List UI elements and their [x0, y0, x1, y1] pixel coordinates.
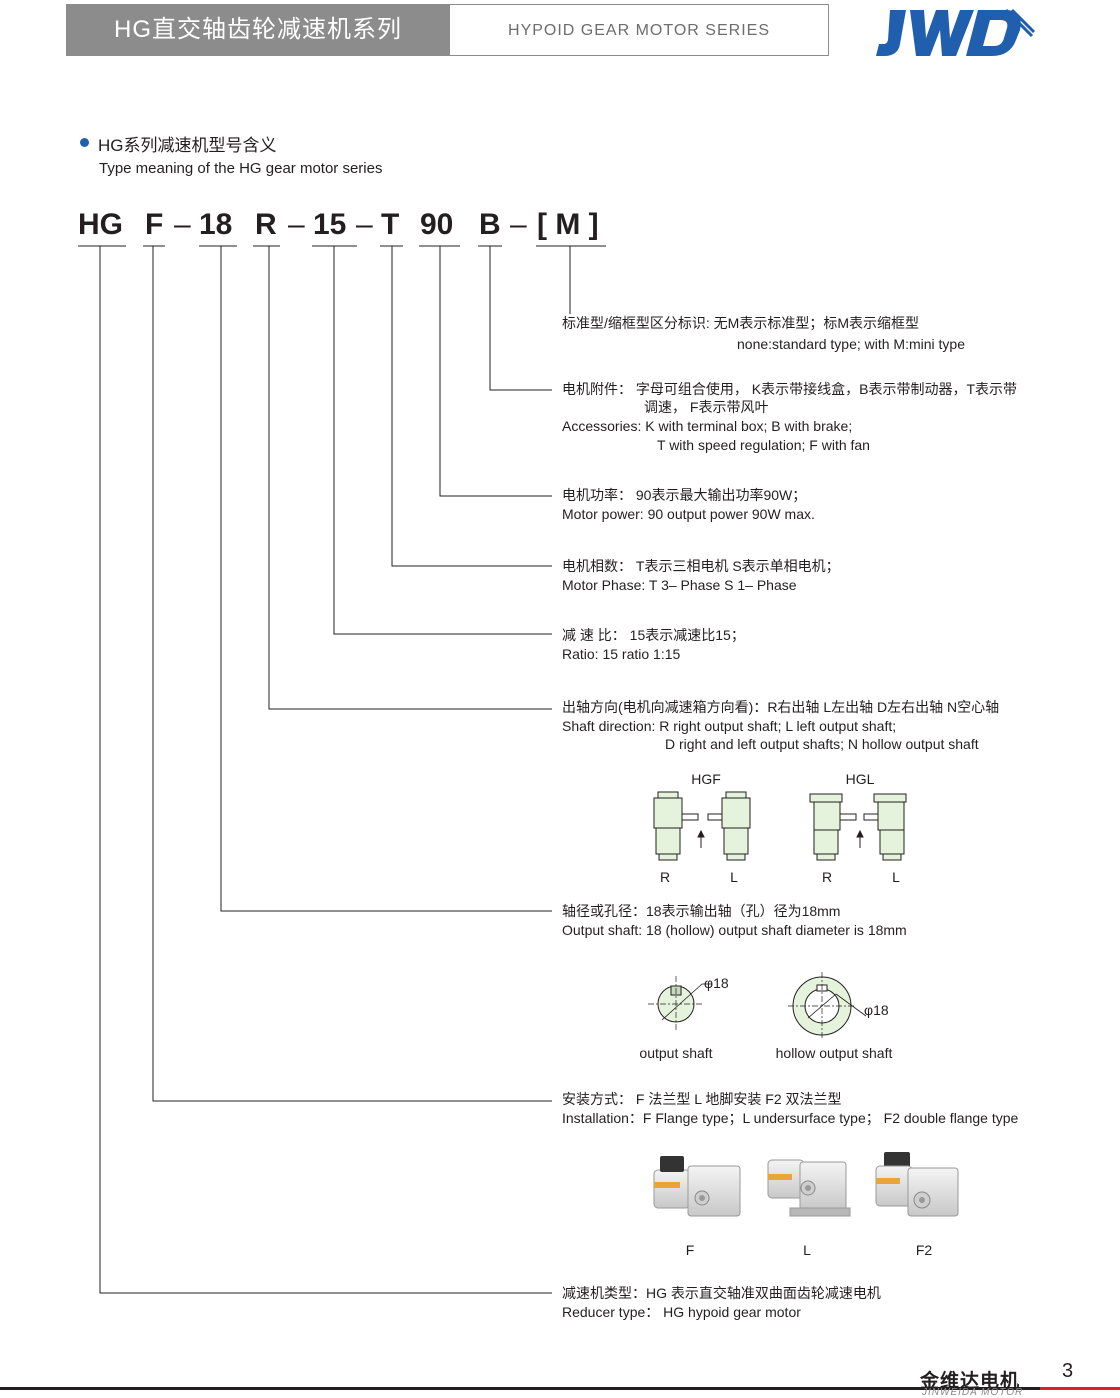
hgf-l-drawing [707, 791, 751, 861]
fig-hgf-label: HGF [691, 771, 721, 787]
hollow-shaft-drawing [788, 972, 867, 1040]
fig-hgf-l: L [730, 869, 738, 885]
install-f2-drawing [875, 1152, 959, 1217]
hollow-shaft-label: hollow output shaft [775, 1045, 893, 1061]
page-number: 3 [1062, 1360, 1074, 1382]
desc-b-cn1: 电机附件： 字母可组合使用， K表示带接线盒，B表示带制动器，T表示带 [562, 381, 1018, 397]
dia-label-hollow: φ18 [864, 1002, 889, 1018]
desc-install-cn: 安装方式： F 法兰型 L 地脚安装 F2 双法兰型 [562, 1091, 842, 1107]
desc-m-cn: 标准型/缩框型区分标识: 无M表示标准型；标M表示缩框型 [562, 315, 919, 331]
desc-b-en1: Accessories: K with terminal box; B with… [562, 418, 853, 434]
desc-b-en2: T with speed regulation; F with fan [657, 437, 870, 453]
install-l-label: L [803, 1242, 811, 1258]
desc-shaftdia-en: Output shaft: 18 (hollow) output shaft d… [562, 922, 907, 938]
install-f-label: F [685, 1242, 695, 1258]
install-l-drawing [767, 1159, 851, 1217]
install-f2-label: F2 [915, 1242, 933, 1258]
desc-power-en: Motor power: 90 output power 90W max. [562, 506, 815, 522]
shaft-section-drawings [648, 972, 867, 1040]
desc-shaftdir-cn: 出轴方向(电机向减速箱方向看)：R右出轴 L左出轴 D左右出轴 N空心轴 [562, 699, 1000, 715]
fig-hgl-r: R [821, 869, 833, 885]
desc-phase-en: Motor Phase: T 3– Phase S 1– Phase [562, 577, 797, 593]
footer-company-en: JINWEIDA MOTOR [922, 1387, 1024, 1398]
desc-ratio-cn: 减 速 比： 15表示减速比15； [562, 627, 745, 643]
hgl-r-drawing [809, 793, 857, 861]
desc-power-cn: 电机功率： 90表示最大输出功率90W； [562, 487, 807, 503]
desc-b-cn2: 调速， F表示带风叶 [644, 399, 769, 415]
desc-m-en: none:standard type; with M:mini type [737, 336, 966, 352]
desc-shaftdir-en1: Shaft direction: R right output shaft; L… [562, 718, 897, 734]
shaft-direction-drawings [653, 791, 907, 861]
footer-rule-red [1040, 1387, 1120, 1390]
fig-hgl-l: L [892, 869, 900, 885]
desc-install-en: Installation：F Flange type；L undersurfac… [562, 1110, 1019, 1126]
hgf-r-drawing [653, 791, 699, 861]
desc-reducer-cn: 减速机类型：HG 表示直交轴准双曲面齿轮减速电机 [562, 1285, 881, 1301]
desc-shaftdir-en2: D right and left output shafts; N hollow… [665, 736, 979, 752]
fig-hgf-r: R [659, 869, 671, 885]
output-shaft-drawing [648, 976, 712, 1032]
footer-rule-black [0, 1387, 1040, 1390]
desc-ratio-en: Ratio: 15 ratio 1:15 [562, 646, 681, 662]
desc-phase-cn: 电机相数： T表示三相电机 S表示单相电机； [562, 558, 840, 574]
install-f-drawing [653, 1156, 741, 1217]
desc-reducer-en: Reducer type： HG hypoid gear motor [562, 1304, 801, 1320]
fig-hgl-label: HGL [845, 771, 875, 787]
hgl-l-drawing [863, 793, 907, 861]
desc-shaftdia-cn: 轴径或孔径：18表示输出轴（孔）径为18mm [562, 903, 841, 919]
output-shaft-label: output shaft [639, 1045, 713, 1061]
install-type-drawings [653, 1152, 959, 1217]
dia-label-output: φ18 [704, 975, 729, 991]
